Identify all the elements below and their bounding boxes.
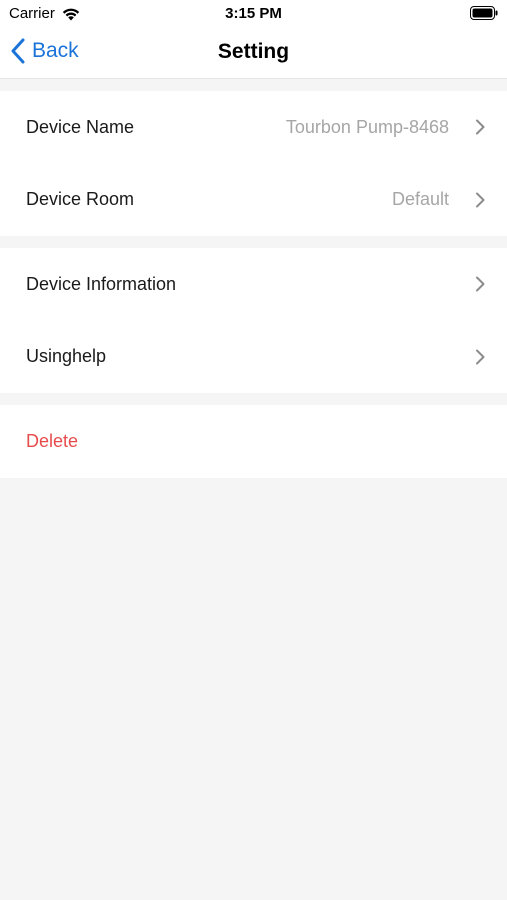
device-room-row[interactable]: Device Room Default xyxy=(0,164,507,237)
settings-group-device: Device Name Tourbon Pump-8468 Device Roo… xyxy=(0,91,507,236)
device-information-label: Device Information xyxy=(26,273,177,294)
device-name-label: Device Name xyxy=(26,116,135,137)
settings-group-info: Device Information Usinghelp xyxy=(0,248,507,393)
device-room-label: Device Room xyxy=(26,189,135,210)
using-help-row[interactable]: Usinghelp xyxy=(0,321,507,394)
using-help-label: Usinghelp xyxy=(26,346,107,367)
status-time: 3:15 PM xyxy=(225,5,282,22)
device-name-row[interactable]: Device Name Tourbon Pump-8468 xyxy=(0,91,507,164)
page-title: Setting xyxy=(217,40,290,63)
device-information-row[interactable]: Device Information xyxy=(0,248,507,321)
settings-group-danger: Delete xyxy=(0,405,507,478)
battery-icon xyxy=(470,6,498,20)
chevron-right-icon xyxy=(476,119,485,135)
delete-button[interactable]: Delete xyxy=(0,405,507,478)
navigation-bar: Back Setting xyxy=(0,28,507,78)
chevron-right-icon xyxy=(476,192,485,208)
chevron-right-icon xyxy=(476,276,485,292)
status-bar: Carrier 3:15 PM xyxy=(0,0,507,28)
top-bar: Carrier 3:15 PM Back Setting xyxy=(0,0,507,79)
device-name-value: Tourbon Pump-8468 xyxy=(285,116,449,137)
delete-label: Delete xyxy=(26,430,79,451)
device-room-value: Default xyxy=(391,189,449,210)
chevron-right-icon xyxy=(476,349,485,365)
